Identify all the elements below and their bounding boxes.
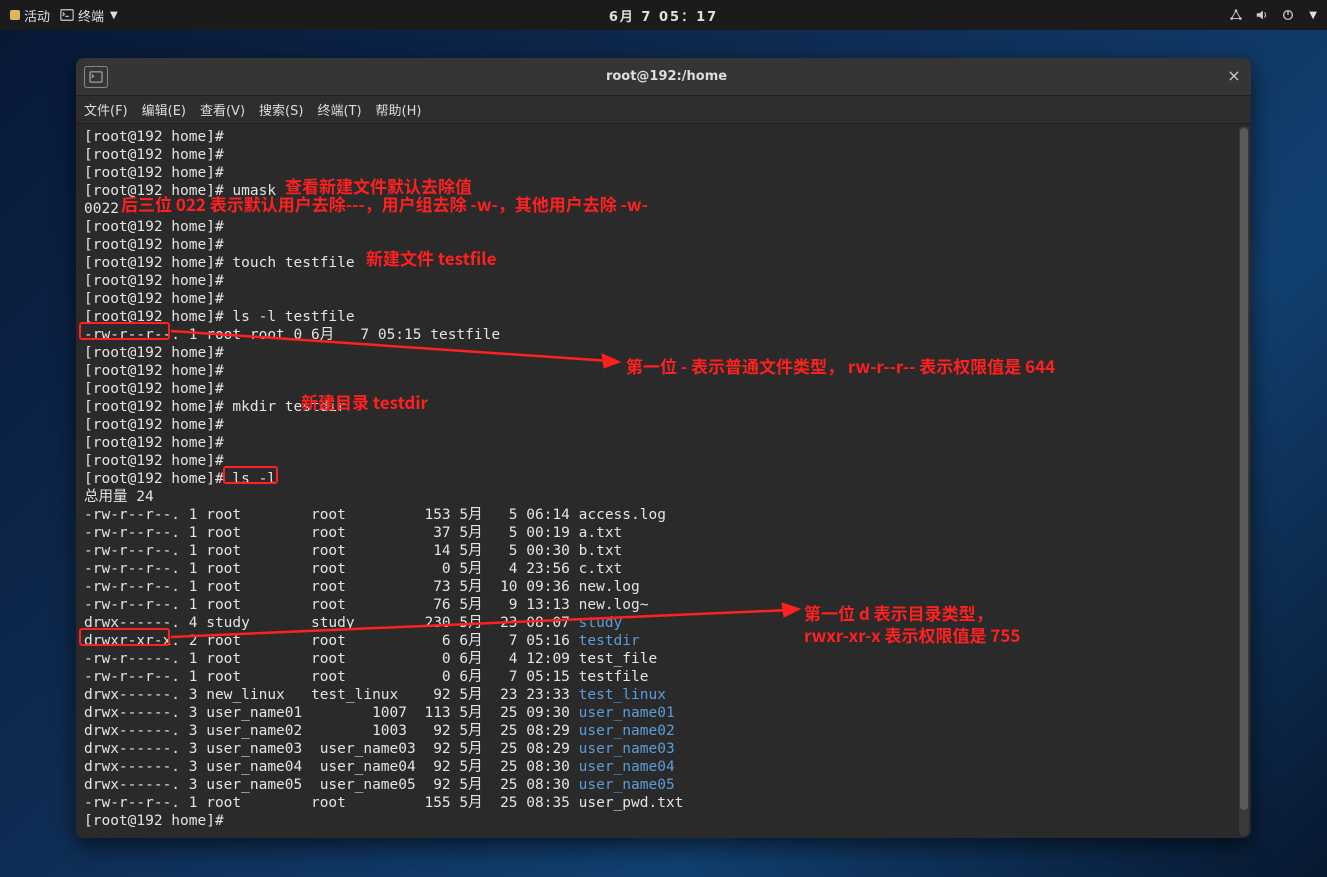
activities-icon — [10, 10, 20, 20]
list-item: drwx------. 3 user_name03 user_name03 92… — [84, 740, 1243, 758]
scrollbar[interactable] — [1239, 126, 1249, 836]
power-icon — [1281, 8, 1295, 22]
list-item: -rw-r--r--. 1 root root 0 5月 4 23:56 c.t… — [84, 560, 1243, 578]
terminal-icon — [89, 71, 103, 83]
new-tab-button[interactable] — [84, 66, 108, 88]
list-item: -rw-r--r--. 1 root root 37 5月 5 00:19 a.… — [84, 524, 1243, 542]
menu-view[interactable]: 查看(V) — [200, 100, 245, 119]
terminal-body[interactable]: [root@192 home]#[root@192 home]#[root@19… — [76, 124, 1251, 838]
list-item: drwx------. 3 user_name02 1003 92 5月 25 … — [84, 722, 1243, 740]
app-menu-label: 终端 — [78, 6, 104, 25]
topbar-left: 活动 终端 ▼ — [10, 6, 118, 25]
terminal-icon — [60, 8, 74, 22]
terminal-window: root@192:/home × 文件(F) 编辑(E) 查看(V) 搜索(S)… — [76, 58, 1251, 838]
activities-button[interactable]: 活动 — [10, 6, 50, 25]
list-item: -rw-r--r--. 1 root root 153 5月 5 06:14 a… — [84, 506, 1243, 524]
titlebar[interactable]: root@192:/home × — [76, 58, 1251, 96]
menu-terminal[interactable]: 终端(T) — [317, 100, 361, 119]
list-item: -rw-r--r--. 1 root root 14 5月 5 00:30 b.… — [84, 542, 1243, 560]
list-item: drwx------. 3 user_name05 user_name05 92… — [84, 776, 1243, 794]
volume-icon — [1255, 8, 1269, 22]
close-button[interactable]: × — [1225, 68, 1243, 86]
window-title: root@192:/home — [108, 69, 1225, 84]
menu-search[interactable]: 搜索(S) — [259, 100, 303, 119]
list-item: drwx------. 3 new_linux test_linux 92 5月… — [84, 686, 1243, 704]
scrollbar-thumb[interactable] — [1240, 128, 1248, 810]
list-item: -rw-r--r--. 1 root root 155 5月 25 08:35 … — [84, 794, 1243, 812]
clock[interactable]: 6月 7 05：17 — [609, 6, 718, 25]
gnome-topbar: 活动 终端 ▼ 6月 7 05：17 ▼ — [0, 0, 1327, 30]
activities-label: 活动 — [24, 6, 50, 25]
menubar: 文件(F) 编辑(E) 查看(V) 搜索(S) 终端(T) 帮助(H) — [76, 96, 1251, 124]
menu-edit[interactable]: 编辑(E) — [142, 100, 186, 119]
menu-help[interactable]: 帮助(H) — [376, 100, 422, 119]
list-item: drwx------. 3 user_name01 1007 113 5月 25… — [84, 704, 1243, 722]
app-menu-button[interactable]: 终端 ▼ — [60, 6, 118, 25]
list-item: -rw-r-----. 1 root root 0 6月 4 12:09 tes… — [84, 650, 1243, 668]
list-item: -rw-r--r--. 1 root root 76 5月 9 13:13 ne… — [84, 596, 1243, 614]
list-item: drwxr-xr-x. 2 root root 6 6月 7 05:16 tes… — [84, 632, 1243, 650]
list-item: drwx------. 4 study study 230 5月 23 08:0… — [84, 614, 1243, 632]
menu-file[interactable]: 文件(F) — [84, 100, 128, 119]
network-icon — [1229, 8, 1243, 22]
chevron-down-icon: ▼ — [110, 10, 118, 21]
system-tray[interactable]: ▼ — [1229, 8, 1317, 22]
list-item: drwx------. 3 user_name04 user_name04 92… — [84, 758, 1243, 776]
terminal-text[interactable]: [root@192 home]#[root@192 home]#[root@19… — [76, 124, 1251, 838]
chevron-down-icon: ▼ — [1309, 10, 1317, 21]
list-item: -rw-r--r--. 1 root root 73 5月 10 09:36 n… — [84, 578, 1243, 596]
list-item: -rw-r--r--. 1 root root 0 6月 7 05:15 tes… — [84, 668, 1243, 686]
